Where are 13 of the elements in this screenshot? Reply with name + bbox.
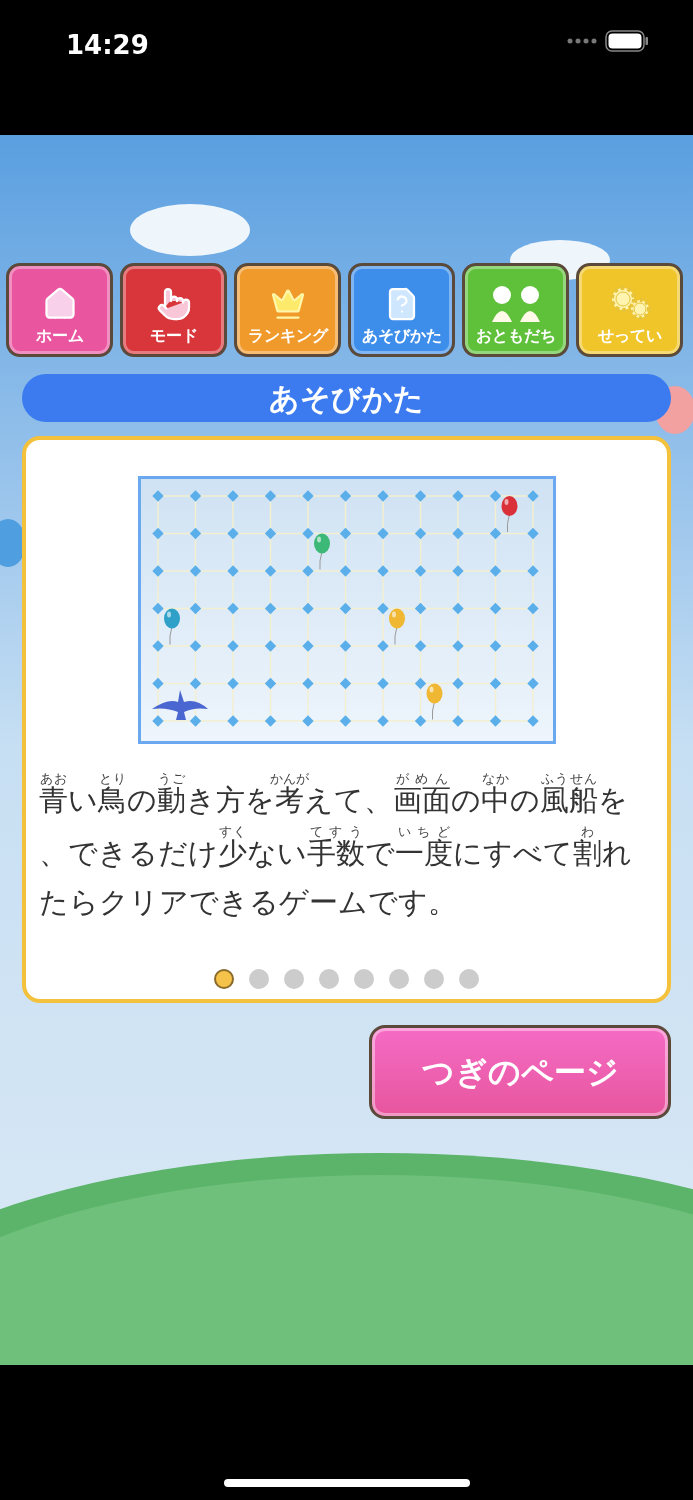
instruction-text: 青 あお い鳥 とり の動 うご き方を考 かんが えて、画面 がめん の中 なか の風船 ふうせん を 、できるだけ少 すく ない手数 てすう で一度 いちど にすべて割 わ れ たらクリアできるゲームです。	[38, 772, 633, 921]
nav-button[interactable]: あそびかた	[348, 263, 455, 357]
nav-button[interactable]: せってい	[576, 263, 683, 357]
nav-button[interactable]: ホーム	[6, 263, 113, 357]
nav-button[interactable]: モード	[120, 263, 227, 357]
next-page-button[interactable]: つぎのページ	[369, 1025, 671, 1119]
nav-button[interactable]: おともだち	[462, 263, 569, 357]
signal-icon	[567, 38, 597, 44]
section-title: あそびかた	[22, 374, 671, 422]
status-time: 14:29	[66, 29, 149, 62]
nav-button[interactable]: ランキング	[234, 263, 341, 357]
battery-icon	[605, 30, 649, 52]
hand-icon	[155, 286, 192, 322]
